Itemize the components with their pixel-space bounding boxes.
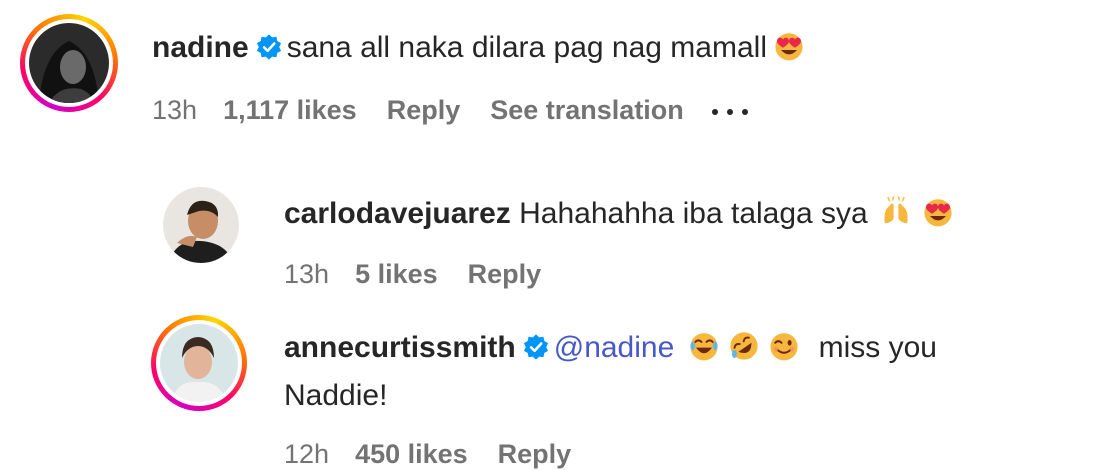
- comment-meta: 12h 450 likes Reply: [284, 438, 601, 470]
- timestamp: 13h: [152, 95, 198, 125]
- avatar[interactable]: [163, 187, 239, 263]
- comment-body: carlodavejuarez Hahahahha iba talaga sya: [284, 196, 954, 232]
- wink-emoji-icon: [770, 333, 798, 361]
- comment-nadine: nadine sana all naka dilara pag nag mamal…: [0, 0, 1120, 140]
- timestamp: 12h: [284, 439, 330, 469]
- verified-badge-icon: [256, 34, 281, 60]
- comment-text-continued: Naddie!: [284, 378, 387, 414]
- timestamp: 13h: [284, 259, 330, 289]
- username[interactable]: annecurtissmith: [284, 331, 516, 364]
- comment-body: annecurtissmith @nadine miss you: [284, 330, 937, 366]
- username[interactable]: carlodavejuarez: [284, 197, 511, 230]
- see-translation-button[interactable]: See translation: [490, 95, 684, 125]
- raising-hands-emoji-icon: [884, 196, 908, 224]
- likes-count[interactable]: 5 likes: [355, 259, 438, 289]
- comment-body: nadine sana all naka dilara pag nag mamal…: [152, 30, 805, 66]
- likes-count[interactable]: 450 likes: [355, 439, 468, 469]
- avatar[interactable]: [29, 23, 109, 103]
- joy-emoji-icon: [690, 333, 718, 361]
- comment-text: Naddie!: [284, 379, 388, 412]
- reply-comment-annecurtissmith: annecurtissmith @nadine miss you Naddie! …: [0, 310, 1120, 469]
- username[interactable]: nadine: [152, 31, 249, 64]
- comment-meta: 13h 1,117 likes Reply See translation: [152, 94, 750, 126]
- comment-meta: 13h 5 likes Reply: [284, 258, 571, 290]
- reply-button[interactable]: Reply: [498, 439, 572, 469]
- comment-text: miss you: [818, 331, 937, 364]
- reply-button[interactable]: Reply: [468, 259, 542, 289]
- heart-eyes-emoji-icon: [775, 33, 803, 61]
- comment-text: sana all naka dilara pag nag mamall: [286, 31, 767, 64]
- reply-button[interactable]: Reply: [387, 95, 461, 125]
- comment-text: Hahahahha iba talaga sya: [519, 197, 868, 230]
- heart-eyes-emoji-icon: [924, 199, 952, 227]
- rofl-emoji-icon: [730, 332, 758, 360]
- likes-count[interactable]: 1,117 likes: [223, 95, 357, 125]
- reply-comment-carlodavejuarez: carlodavejuarez Hahahahha iba talaga sya…: [0, 180, 1120, 290]
- verified-badge-icon: [523, 334, 548, 360]
- more-options-icon[interactable]: [710, 106, 750, 118]
- avatar[interactable]: [160, 324, 238, 402]
- mention-link[interactable]: @nadine: [554, 331, 675, 364]
